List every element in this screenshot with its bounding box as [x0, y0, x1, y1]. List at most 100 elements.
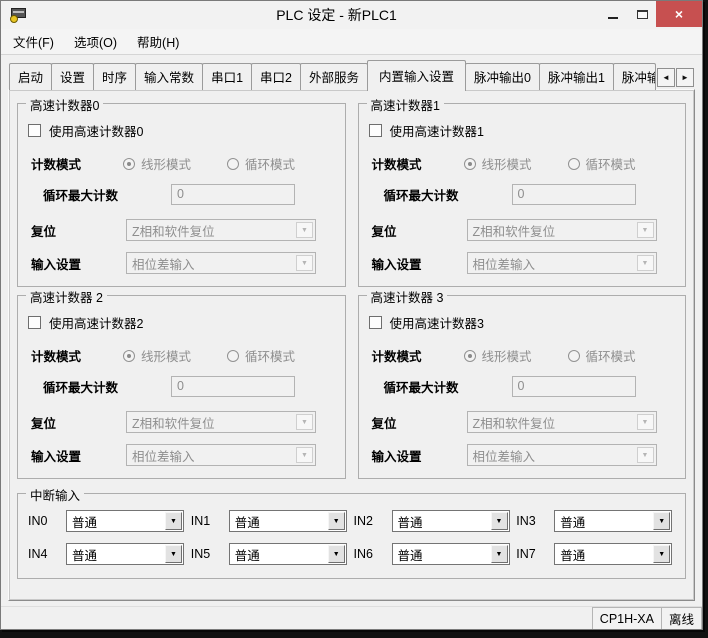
- tab-pulse-output1[interactable]: 脉冲输出1: [539, 63, 614, 90]
- in4-label: IN4: [28, 547, 58, 561]
- chevron-down-icon: ▼: [296, 447, 313, 463]
- chevron-down-icon: ▼: [637, 222, 654, 238]
- radio-icon: [227, 158, 239, 170]
- in0-combobox[interactable]: 普通 ▼: [66, 510, 184, 532]
- chevron-down-icon: ▼: [653, 545, 670, 563]
- status-connection: 离线: [661, 607, 702, 629]
- counter-group-1: 高速计数器1 使用高速计数器1 计数模式 线形模式 循环模式: [358, 103, 687, 287]
- use-counter0-checkbox[interactable]: [28, 124, 41, 137]
- use-counter0-label: 使用高速计数器0: [49, 121, 143, 140]
- ring-max-count-input[interactable]: 0: [512, 376, 636, 397]
- ring-mode-radio[interactable]: 循环模式: [568, 346, 636, 365]
- radio-icon: [227, 350, 239, 362]
- tab-settings[interactable]: 设置: [51, 63, 94, 90]
- group-title: 中断输入: [26, 485, 84, 504]
- chevron-down-icon: ▼: [637, 255, 654, 271]
- in7-label: IN7: [516, 547, 546, 561]
- in2-combobox[interactable]: 普通 ▼: [392, 510, 510, 532]
- tab-builtin-input-active[interactable]: 内置输入设置: [367, 60, 466, 91]
- menubar: 文件(F) 选项(O) 帮助(H): [1, 29, 702, 55]
- group-title: 高速计数器1: [367, 95, 444, 114]
- ring-max-count-input[interactable]: 0: [171, 376, 295, 397]
- statusbar: CP1H-XA 离线: [1, 606, 702, 629]
- tab-serial1[interactable]: 串口1: [202, 63, 252, 90]
- reset-combobox[interactable]: Z相和软件复位 ▼: [467, 411, 657, 433]
- in5-combobox[interactable]: 普通 ▼: [229, 543, 347, 565]
- tab-pulse-output0[interactable]: 脉冲输出0: [465, 63, 540, 90]
- reset-label: 复位: [31, 413, 126, 432]
- ring-max-count-label: 循环最大计数: [43, 377, 171, 396]
- use-counter2-checkbox[interactable]: [28, 316, 41, 329]
- chevron-down-icon: ▼: [637, 414, 654, 430]
- tab-input-constant[interactable]: 输入常数: [135, 63, 203, 90]
- reset-combobox[interactable]: Z相和软件复位 ▼: [126, 219, 316, 241]
- ring-mode-radio[interactable]: 循环模式: [227, 154, 295, 173]
- in6-combobox[interactable]: 普通 ▼: [392, 543, 510, 565]
- in3-combobox[interactable]: 普通 ▼: [554, 510, 672, 532]
- radio-selected-icon: [464, 158, 476, 170]
- chevron-down-icon: ▼: [165, 512, 182, 530]
- menu-options[interactable]: 选项(O): [64, 28, 127, 55]
- radio-icon: [568, 350, 580, 362]
- use-counter2-label: 使用高速计数器2: [49, 313, 143, 332]
- reset-combobox[interactable]: Z相和软件复位 ▼: [126, 411, 316, 433]
- linear-mode-radio[interactable]: 线形模式: [464, 346, 532, 365]
- reset-label: 复位: [372, 413, 467, 432]
- input-setting-combobox[interactable]: 相位差输入 ▼: [126, 252, 316, 274]
- input-setting-label: 输入设置: [372, 446, 467, 465]
- ring-max-count-label: 循环最大计数: [384, 377, 512, 396]
- close-button[interactable]: ×: [656, 1, 702, 27]
- reset-combobox[interactable]: Z相和软件复位 ▼: [467, 219, 657, 241]
- group-title: 高速计数器0: [26, 95, 103, 114]
- plc-settings-window: PLC 设定 - 新PLC1 × 文件(F) 选项(O) 帮助(H) 启动 设置…: [0, 0, 703, 630]
- tab-external-service[interactable]: 外部服务: [300, 63, 368, 90]
- maximize-icon: [637, 10, 648, 19]
- chevron-down-icon: ▼: [296, 255, 313, 271]
- counter-group-3: 高速计数器 3 使用高速计数器3 计数模式 线形模式 循环模式: [358, 295, 687, 479]
- tab-scroll-right-button[interactable]: ►: [676, 68, 694, 87]
- input-setting-label: 输入设置: [372, 254, 467, 273]
- menu-help[interactable]: 帮助(H): [127, 28, 189, 55]
- tab-startup[interactable]: 启动: [9, 63, 52, 90]
- counter-group-0: 高速计数器0 使用高速计数器0 计数模式 线形模式 循环模式: [17, 103, 346, 287]
- chevron-down-icon: ▼: [653, 512, 670, 530]
- status-device-type: CP1H-XA: [592, 607, 661, 629]
- input-setting-combobox[interactable]: 相位差输入 ▼: [467, 444, 657, 466]
- builtin-input-tabpage: 高速计数器0 使用高速计数器0 计数模式 线形模式 循环模式: [8, 89, 695, 601]
- tab-timing[interactable]: 时序: [93, 63, 136, 90]
- linear-mode-radio[interactable]: 线形模式: [464, 154, 532, 173]
- radio-selected-icon: [464, 350, 476, 362]
- count-mode-label: 计数模式: [372, 346, 464, 365]
- input-setting-combobox[interactable]: 相位差输入 ▼: [467, 252, 657, 274]
- in1-combobox[interactable]: 普通 ▼: [229, 510, 347, 532]
- triangle-left-icon: ◄: [662, 73, 670, 82]
- minimize-button[interactable]: [598, 1, 628, 27]
- in4-combobox[interactable]: 普通 ▼: [66, 543, 184, 565]
- in2-label: IN2: [354, 514, 384, 528]
- tab-serial2[interactable]: 串口2: [251, 63, 301, 90]
- linear-mode-radio[interactable]: 线形模式: [123, 346, 191, 365]
- triangle-right-icon: ►: [681, 73, 689, 82]
- maximize-button[interactable]: [628, 1, 656, 27]
- tabstrip: 启动 设置 时序 输入常数 串口1 串口2 外部服务 内置输入设置 脉冲输出0 …: [9, 63, 694, 90]
- chevron-down-icon: ▼: [491, 512, 508, 530]
- use-counter3-checkbox[interactable]: [369, 316, 382, 329]
- input-setting-label: 输入设置: [31, 446, 126, 465]
- ring-mode-radio[interactable]: 循环模式: [227, 346, 295, 365]
- linear-mode-radio[interactable]: 线形模式: [123, 154, 191, 173]
- count-mode-label: 计数模式: [31, 154, 123, 173]
- close-icon: ×: [675, 6, 683, 22]
- ring-max-count-input[interactable]: 0: [512, 184, 636, 205]
- interrupt-input-group: 中断输入 IN0 普通 ▼ IN1 普通: [17, 493, 686, 579]
- tab-scroll-left-button[interactable]: ◄: [657, 68, 675, 87]
- in6-label: IN6: [354, 547, 384, 561]
- ring-max-count-input[interactable]: 0: [171, 184, 295, 205]
- in7-combobox[interactable]: 普通 ▼: [554, 543, 672, 565]
- input-setting-combobox[interactable]: 相位差输入 ▼: [126, 444, 316, 466]
- use-counter1-checkbox[interactable]: [369, 124, 382, 137]
- tab-pulse-output2-clipped[interactable]: 脉冲输: [613, 63, 656, 90]
- ring-mode-radio[interactable]: 循环模式: [568, 154, 636, 173]
- radio-selected-icon: [123, 350, 135, 362]
- menu-file[interactable]: 文件(F): [3, 28, 64, 55]
- count-mode-label: 计数模式: [31, 346, 123, 365]
